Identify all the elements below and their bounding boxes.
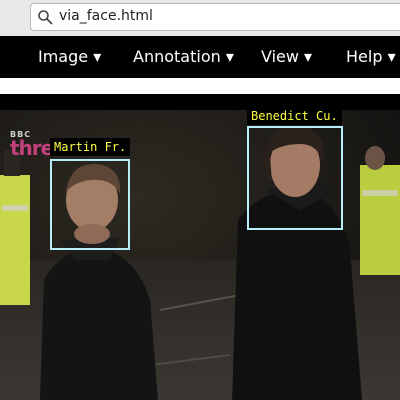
search-icon xyxy=(38,10,53,25)
canvas-top-bar xyxy=(0,94,400,110)
region-label-benedict: Benedict Cu. xyxy=(247,110,342,125)
browser-toolbar: via_face.html xyxy=(0,0,400,36)
top-menubar: Image ▾ Annotation ▾ View ▾ Help ▾ xyxy=(0,36,400,78)
menu-view[interactable]: View ▾ xyxy=(261,47,312,66)
menu-help[interactable]: Help ▾ xyxy=(346,47,396,66)
officer-right xyxy=(360,146,400,275)
toolbar-spacer xyxy=(0,78,400,94)
address-bar[interactable]: via_face.html xyxy=(30,3,400,31)
face-region-benedict[interactable] xyxy=(247,126,343,230)
menu-annotation[interactable]: Annotation ▾ xyxy=(133,47,234,66)
image-canvas[interactable]: BBC three Martin Fr. Benedict Cu. xyxy=(0,110,400,400)
face-region-martin[interactable] xyxy=(50,159,130,250)
region-label-martin: Martin Fr. xyxy=(50,138,131,156)
menu-image[interactable]: Image ▾ xyxy=(38,47,101,66)
address-text: via_face.html xyxy=(59,8,153,24)
